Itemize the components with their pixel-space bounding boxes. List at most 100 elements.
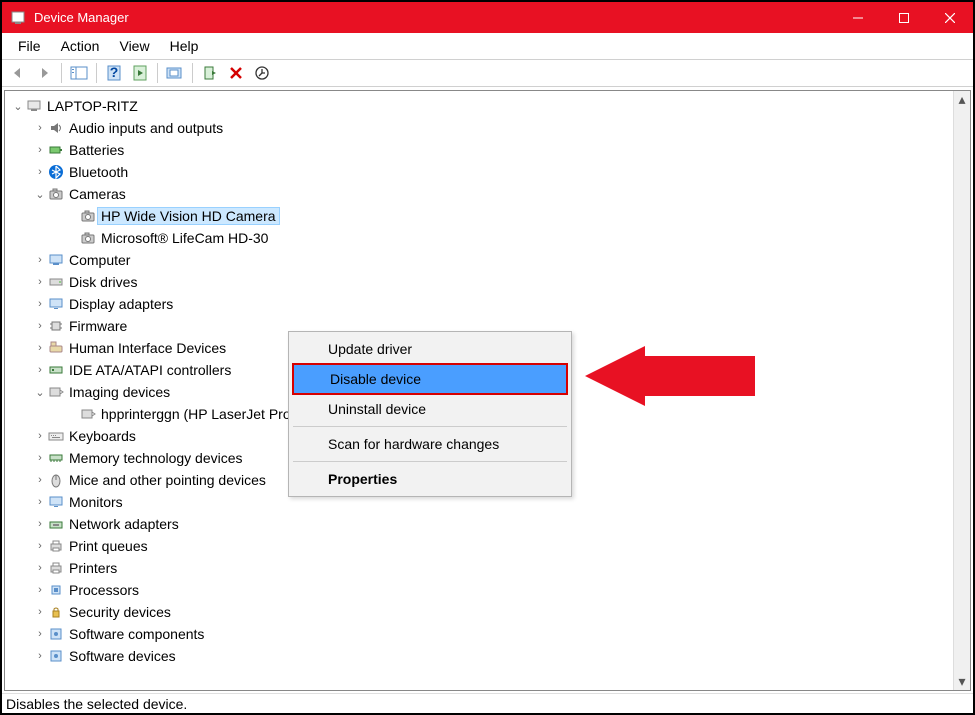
tree-item[interactable]: ⌄ Cameras: [5, 183, 952, 205]
menu-action[interactable]: Action: [51, 35, 110, 57]
cpu-icon: [47, 582, 65, 598]
show-hide-tree-button[interactable]: [67, 62, 91, 84]
tree-item-label: Software components: [65, 626, 208, 642]
expand-icon[interactable]: ›: [33, 474, 47, 486]
pc-icon: [25, 98, 43, 114]
minimize-button[interactable]: [835, 2, 881, 33]
scroll-up-icon[interactable]: ▴: [954, 91, 970, 108]
expand-icon[interactable]: ›: [33, 650, 47, 662]
expand-icon[interactable]: ›: [33, 628, 47, 640]
tree-item[interactable]: › Software devices: [5, 645, 952, 667]
tree-item[interactable]: › Print queues: [5, 535, 952, 557]
expand-icon[interactable]: ⌄: [11, 100, 25, 113]
tree-item-label: Display adapters: [65, 296, 177, 312]
printer-icon: [47, 538, 65, 554]
expand-icon[interactable]: ›: [33, 342, 47, 354]
keyboard-icon: [47, 428, 65, 444]
expand-icon[interactable]: ⌄: [33, 386, 47, 399]
expand-icon[interactable]: ›: [33, 166, 47, 178]
tree-item-label: Audio inputs and outputs: [65, 120, 227, 136]
expand-icon[interactable]: ›: [33, 254, 47, 266]
nav-forward-button[interactable]: [32, 62, 56, 84]
tree-item-label: Batteries: [65, 142, 128, 158]
expand-icon[interactable]: ›: [33, 320, 47, 332]
tree-item[interactable]: › Audio inputs and outputs: [5, 117, 952, 139]
expand-icon[interactable]: ›: [33, 122, 47, 134]
help-button[interactable]: ?: [102, 62, 126, 84]
tree-item[interactable]: › Disk drives: [5, 271, 952, 293]
enable-device-button[interactable]: [198, 62, 222, 84]
ide-icon: [47, 362, 65, 378]
battery-icon: [47, 142, 65, 158]
tree-item-label: Bluetooth: [65, 164, 132, 180]
tree-item[interactable]: › Processors: [5, 579, 952, 601]
expand-icon[interactable]: ›: [33, 584, 47, 596]
context-item[interactable]: Properties: [292, 465, 568, 493]
close-button[interactable]: [927, 2, 973, 33]
nav-back-button[interactable]: [6, 62, 30, 84]
menubar: File Action View Help: [2, 33, 973, 59]
expand-icon[interactable]: ›: [33, 540, 47, 552]
scan-hardware-button[interactable]: [250, 62, 274, 84]
expand-icon[interactable]: ›: [33, 606, 47, 618]
tree-item-label: Mice and other pointing devices: [65, 472, 270, 488]
tree-item[interactable]: › Bluetooth: [5, 161, 952, 183]
update-driver-button[interactable]: [163, 62, 187, 84]
expand-icon[interactable]: ›: [33, 298, 47, 310]
expand-icon[interactable]: ›: [33, 452, 47, 464]
tree-item[interactable]: › Computer: [5, 249, 952, 271]
expand-icon[interactable]: ›: [33, 144, 47, 156]
tree-item[interactable]: ›Network adapters: [5, 513, 952, 535]
tree-item[interactable]: ›Printers: [5, 557, 952, 579]
tree-item-label: HP Wide Vision HD Camera: [97, 207, 280, 225]
printer-icon: [47, 560, 65, 576]
status-text: Disables the selected device.: [6, 696, 187, 712]
tree-item[interactable]: › Software components: [5, 623, 952, 645]
scroll-down-icon[interactable]: ▾: [954, 673, 970, 690]
expand-icon[interactable]: ›: [33, 496, 47, 508]
tree-item-label: Computer: [65, 252, 134, 268]
hid-icon: [47, 340, 65, 356]
camera-icon: [79, 208, 97, 224]
action-button[interactable]: [128, 62, 152, 84]
tree-item-label: Disk drives: [65, 274, 141, 290]
tree-item-label: Cameras: [65, 186, 130, 202]
menu-help[interactable]: Help: [160, 35, 209, 57]
vertical-scrollbar[interactable]: ▴ ▾: [953, 91, 970, 690]
expand-icon[interactable]: ›: [33, 430, 47, 442]
camera-icon: [47, 186, 65, 202]
annotation-arrow-icon: [585, 346, 765, 406]
expand-icon[interactable]: ›: [33, 276, 47, 288]
context-item[interactable]: Uninstall device: [292, 395, 568, 423]
context-item[interactable]: Disable device: [292, 363, 568, 395]
tree-item-label: Software devices: [65, 648, 180, 664]
tree-item-label: Human Interface Devices: [65, 340, 230, 356]
network-icon: [47, 516, 65, 532]
expand-icon[interactable]: ⌄: [33, 188, 47, 201]
disable-device-button[interactable]: [224, 62, 248, 84]
expand-icon[interactable]: ›: [33, 364, 47, 376]
menu-file[interactable]: File: [8, 35, 51, 57]
context-item[interactable]: Scan for hardware changes: [292, 430, 568, 458]
tree-item-label: Print queues: [65, 538, 152, 554]
tree-item[interactable]: Microsoft® LifeCam HD-30: [5, 227, 952, 249]
tree-item[interactable]: › Display adapters: [5, 293, 952, 315]
software-icon: [47, 626, 65, 642]
mouse-icon: [47, 472, 65, 488]
menu-view[interactable]: View: [109, 35, 159, 57]
tree-item-label: Monitors: [65, 494, 127, 510]
tree-root[interactable]: ⌄LAPTOP-RITZ: [5, 95, 952, 117]
chip-icon: [47, 318, 65, 334]
context-item[interactable]: Update driver: [292, 335, 568, 363]
tree-item[interactable]: › Batteries: [5, 139, 952, 161]
disk-icon: [47, 274, 65, 290]
tree-item[interactable]: HP Wide Vision HD Camera: [5, 205, 952, 227]
tree-item-label: Processors: [65, 582, 143, 598]
expand-icon[interactable]: ›: [33, 562, 47, 574]
tree-item-label: Security devices: [65, 604, 175, 620]
software-icon: [47, 648, 65, 664]
maximize-button[interactable]: [881, 2, 927, 33]
window-controls: [835, 2, 973, 33]
tree-item[interactable]: › Security devices: [5, 601, 952, 623]
expand-icon[interactable]: ›: [33, 518, 47, 530]
